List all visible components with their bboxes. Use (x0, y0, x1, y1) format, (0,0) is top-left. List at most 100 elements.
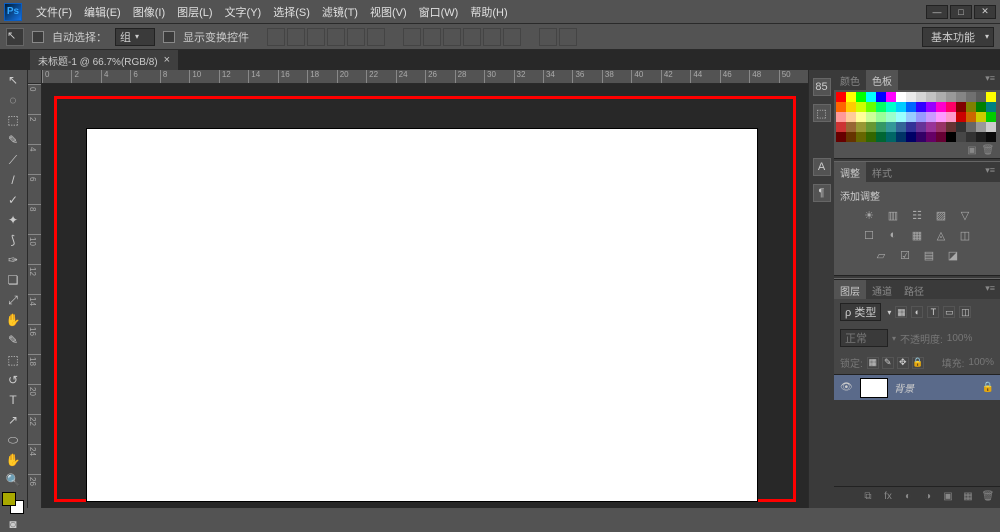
properties-icon[interactable]: ⬚ (813, 104, 831, 122)
tool-2[interactable]: ⬚ (0, 110, 26, 130)
swatch-cell[interactable] (836, 92, 846, 102)
swatch-cell[interactable] (836, 132, 846, 142)
swatch-cell[interactable] (946, 92, 956, 102)
adjustment-icon[interactable]: ▱ (873, 249, 889, 263)
swatch-cell[interactable] (906, 132, 916, 142)
distribute-hcenter-icon[interactable] (483, 28, 501, 46)
mode-3d-icon[interactable] (559, 28, 577, 46)
tab-channels[interactable]: 通道 (866, 280, 898, 299)
swatch-cell[interactable] (896, 92, 906, 102)
swatch-cell[interactable] (986, 132, 996, 142)
distribute-top-icon[interactable] (403, 28, 421, 46)
swatch-cell[interactable] (866, 132, 876, 142)
tab-styles[interactable]: 样式 (866, 162, 898, 182)
tool-6[interactable]: ✓ (0, 190, 26, 210)
menu-view[interactable]: 视图(V) (364, 1, 413, 23)
quickmask-toggle[interactable]: ◙ (0, 516, 26, 532)
close-button[interactable]: ✕ (974, 5, 996, 19)
swatch-cell[interactable] (936, 102, 946, 112)
new-group-icon[interactable]: ▣ (940, 491, 956, 505)
swatch-cell[interactable] (846, 132, 856, 142)
swatch-cell[interactable] (906, 102, 916, 112)
tool-3[interactable]: ✎ (0, 130, 26, 150)
menu-layer[interactable]: 图层(L) (171, 1, 218, 23)
adjustment-icon[interactable]: ◫ (957, 229, 973, 243)
align-top-icon[interactable] (267, 28, 285, 46)
delete-swatch-icon[interactable]: 🗑 (980, 145, 996, 159)
swatch-cell[interactable] (946, 122, 956, 132)
tool-15[interactable]: ↺ (0, 370, 26, 390)
lock-position-icon[interactable]: ✥ (897, 357, 909, 369)
swatch-cell[interactable] (976, 92, 986, 102)
minimize-button[interactable]: — (926, 5, 948, 19)
swatch-cell[interactable] (886, 132, 896, 142)
tool-20[interactable]: 🔍 (0, 470, 26, 490)
swatch-cell[interactable] (896, 122, 906, 132)
swatch-cell[interactable] (866, 122, 876, 132)
swatch-cell[interactable] (926, 102, 936, 112)
tool-16[interactable]: T (0, 390, 26, 410)
tool-18[interactable]: ⬭ (0, 430, 26, 450)
swatch-cell[interactable] (876, 132, 886, 142)
swatch-cell[interactable] (966, 132, 976, 142)
swatch-cell[interactable] (956, 112, 966, 122)
layers-panel-menu[interactable]: ▾≡ (980, 280, 1000, 299)
swatch-cell[interactable] (856, 102, 866, 112)
link-layers-icon[interactable]: ⧉ (860, 491, 876, 505)
new-swatch-icon[interactable]: ▣ (964, 145, 980, 159)
adjustment-icon[interactable]: ▥ (885, 209, 901, 223)
distribute-vcenter-icon[interactable] (423, 28, 441, 46)
menu-filter[interactable]: 滤镜(T) (316, 1, 364, 23)
swatch-cell[interactable] (876, 112, 886, 122)
swatch-cell[interactable] (976, 112, 986, 122)
tab-paths[interactable]: 路径 (898, 280, 930, 299)
tab-adjustments[interactable]: 调整 (834, 162, 866, 182)
distribute-bottom-icon[interactable] (443, 28, 461, 46)
tool-13[interactable]: ✎ (0, 330, 26, 350)
adjustment-icon[interactable]: ▽ (957, 209, 973, 223)
swatch-cell[interactable] (936, 92, 946, 102)
swatch-cell[interactable] (886, 112, 896, 122)
adjustment-icon[interactable]: ☀ (861, 209, 877, 223)
tab-color[interactable]: 颜色 (834, 70, 866, 90)
adjustment-icon[interactable]: ▨ (933, 209, 949, 223)
tool-0[interactable]: ↖ (0, 70, 26, 90)
swatch-cell[interactable] (986, 112, 996, 122)
layer-visibility-icon[interactable]: 👁 (840, 382, 854, 393)
move-tool-icon[interactable]: ↖ (6, 28, 24, 46)
fill-value[interactable]: 100% (968, 357, 994, 368)
lock-transparent-icon[interactable]: ▦ (867, 357, 879, 369)
menu-window[interactable]: 窗口(W) (413, 1, 465, 23)
swatch-cell[interactable] (896, 132, 906, 142)
tool-19[interactable]: ✋ (0, 450, 26, 470)
layer-mask-icon[interactable]: ◐ (900, 491, 916, 505)
tool-12[interactable]: ✋ (0, 310, 26, 330)
swatch-cell[interactable] (976, 122, 986, 132)
tool-17[interactable]: ↗ (0, 410, 26, 430)
layer-item-background[interactable]: 👁 背景 🔒 (834, 374, 1000, 400)
lock-all-icon[interactable]: 🔒 (912, 357, 924, 369)
swatch-cell[interactable] (896, 112, 906, 122)
new-fill-icon[interactable]: ◑ (920, 491, 936, 505)
swatch-cell[interactable] (926, 92, 936, 102)
swatch-cell[interactable] (916, 102, 926, 112)
align-bottom-icon[interactable] (307, 28, 325, 46)
lock-pixels-icon[interactable]: ✎ (882, 357, 894, 369)
swatch-cell[interactable] (976, 132, 986, 142)
adjustment-icon[interactable]: ☑ (897, 249, 913, 263)
adjustment-icon[interactable]: ◐ (885, 229, 901, 243)
workspace-switcher[interactable]: 基本功能 (922, 27, 994, 47)
swatch-cell[interactable] (836, 122, 846, 132)
align-hcenter-icon[interactable] (347, 28, 365, 46)
tab-swatches[interactable]: 色板 (866, 70, 898, 90)
swatch-cell[interactable] (876, 122, 886, 132)
align-left-icon[interactable] (327, 28, 345, 46)
swatch-cell[interactable] (986, 122, 996, 132)
tool-7[interactable]: ✦ (0, 210, 26, 230)
tool-8[interactable]: ⟆ (0, 230, 26, 250)
swatch-cell[interactable] (936, 132, 946, 142)
show-transform-checkbox[interactable] (163, 31, 175, 43)
swatch-cell[interactable] (856, 122, 866, 132)
swatch-cell[interactable] (906, 92, 916, 102)
swatch-cell[interactable] (846, 92, 856, 102)
